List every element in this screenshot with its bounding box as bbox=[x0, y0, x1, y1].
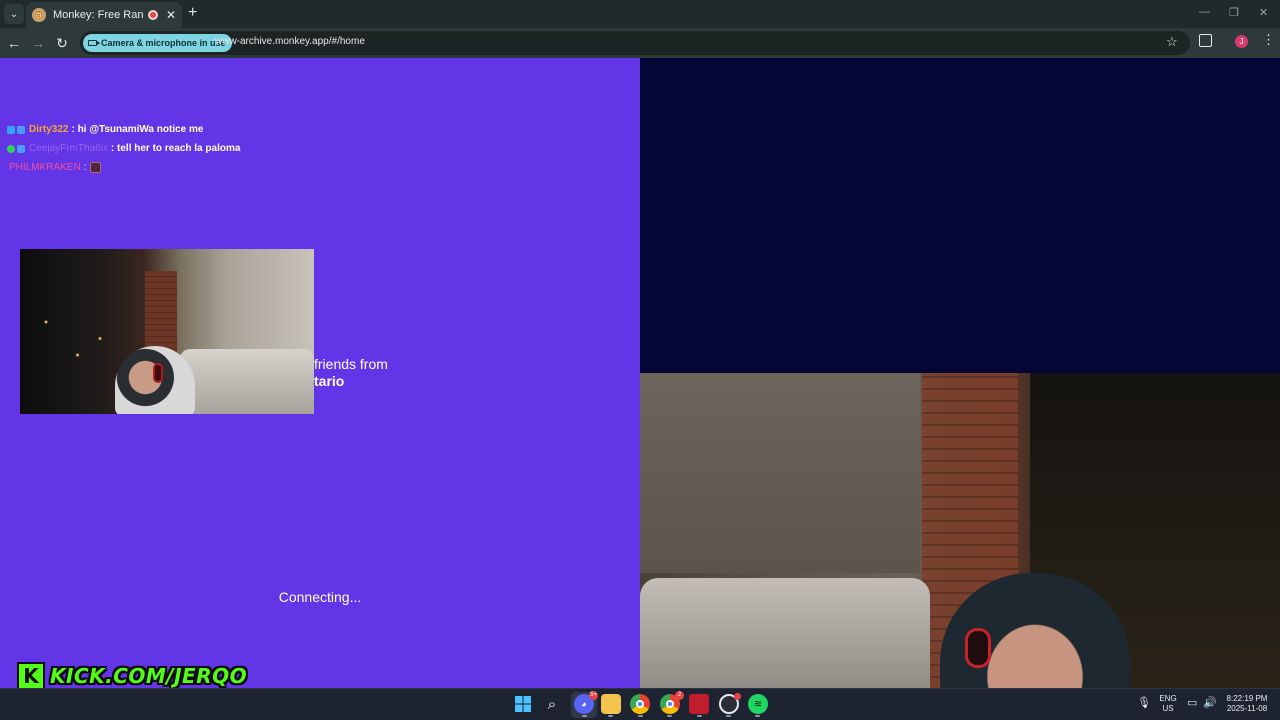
browser-tab[interactable]: 🐵 Monkey: Free Random Video Chat ✕ bbox=[26, 2, 182, 28]
browser-toolbar: ← → ↻ Camera & microphone in use www-arc… bbox=[0, 28, 1280, 58]
headset-icon bbox=[965, 628, 991, 668]
friends-location-text: friends from tario bbox=[314, 356, 388, 390]
camera-icon bbox=[88, 40, 100, 46]
tab-strip: ⌄ 🐵 Monkey: Free Random Video Chat ✕ + —… bbox=[0, 0, 1280, 28]
chat-text: : bbox=[83, 162, 87, 173]
chat-username: CeejayFrmTha6ix bbox=[29, 143, 108, 154]
chat-message: CeejayFrmTha6ix : tell her to reach la p… bbox=[7, 139, 240, 158]
url-text[interactable]: www-archive.monkey.app/#/home bbox=[215, 36, 365, 47]
chat-message: Dirty322 : hi @TsunamiWa notice me bbox=[7, 120, 240, 139]
camera-mic-in-use-chip[interactable]: Camera & microphone in use bbox=[83, 34, 232, 52]
chrome-icon[interactable] bbox=[630, 694, 650, 714]
file-explorer-icon[interactable] bbox=[601, 694, 621, 714]
kick-url-text: KICK.COM/JERQO bbox=[50, 664, 248, 688]
chat-message: PHILMKRAKEN : bbox=[7, 158, 240, 177]
region-code: US bbox=[1162, 704, 1174, 713]
couch bbox=[180, 349, 314, 414]
discord-notification-badge: 5+ bbox=[589, 691, 598, 700]
language-code: ENG bbox=[1159, 694, 1177, 703]
chat-text: : hi @TsunamiWa notice me bbox=[71, 124, 204, 135]
taskbar-icons: ⌕ ◕ 5+ 2 ≋ 🎙 ENG US ▭ 🔊 8:22:19 PM 2025-… bbox=[0, 688, 1280, 720]
couch bbox=[640, 578, 930, 688]
main-webcam-view bbox=[640, 373, 1280, 688]
left-panel: Dirty322 : hi @TsunamiWa notice me Ceeja… bbox=[0, 58, 640, 688]
search-icon[interactable]: ⌕ bbox=[542, 694, 562, 714]
chat-username: Dirty322 bbox=[29, 124, 69, 135]
video-editor-icon[interactable] bbox=[689, 694, 709, 714]
microphone-icon[interactable]: 🎙 bbox=[1137, 698, 1151, 709]
camera-chip-label: Camera & microphone in use bbox=[101, 38, 226, 48]
language-indicator[interactable]: ENG US bbox=[1157, 694, 1179, 714]
self-webcam-view bbox=[20, 249, 314, 414]
room-wall bbox=[640, 373, 920, 573]
running-indicator bbox=[667, 715, 672, 717]
windows-start-icon[interactable] bbox=[513, 694, 533, 714]
menu-icon[interactable]: ⋮ bbox=[1262, 33, 1275, 46]
friends-line-1: friends from bbox=[314, 356, 388, 372]
new-tab-button[interactable]: + bbox=[188, 5, 197, 21]
city-lights bbox=[28, 289, 118, 399]
volume-icon[interactable]: 🔊 bbox=[1203, 698, 1217, 709]
discord-glyph: ◕ bbox=[581, 699, 587, 709]
network-icon[interactable]: ▭ bbox=[1187, 698, 1197, 709]
running-indicator bbox=[582, 715, 587, 717]
kick-logo-icon: K bbox=[17, 662, 45, 688]
kick-overlay-logo: K KICK.COM/JERQO bbox=[17, 662, 247, 688]
back-arrow-icon[interactable]: ← bbox=[5, 34, 23, 52]
monkey-favicon-icon: 🐵 bbox=[32, 8, 46, 22]
address-bar[interactable]: Camera & microphone in use www-archive.m… bbox=[80, 31, 1190, 55]
bookmark-star-icon[interactable]: ☆ bbox=[1166, 34, 1178, 50]
headset-icon bbox=[153, 363, 163, 383]
profile-avatar[interactable]: J bbox=[1235, 35, 1248, 48]
chat-overlay: Dirty322 : hi @TsunamiWa notice me Ceeja… bbox=[7, 120, 240, 177]
discord-icon[interactable]: ◕ 5+ bbox=[574, 691, 598, 714]
chrome-center bbox=[636, 700, 644, 708]
chrome-profile-icon[interactable]: 2 bbox=[660, 691, 684, 714]
connecting-status: Connecting... bbox=[278, 589, 362, 605]
running-indicator bbox=[755, 715, 760, 717]
badge-icon bbox=[7, 125, 15, 134]
extensions-icon[interactable] bbox=[1199, 34, 1212, 47]
chat-text: : tell her to reach la paloma bbox=[110, 143, 241, 154]
tab-title: Monkey: Free Random Video Chat bbox=[53, 9, 144, 21]
running-indicator bbox=[726, 715, 731, 717]
chrome-notification-badge: 2 bbox=[675, 691, 684, 700]
emote-icon bbox=[90, 162, 102, 173]
restore-icon[interactable]: ❐ bbox=[1229, 6, 1239, 19]
tab-close-icon[interactable]: ✕ bbox=[166, 8, 176, 22]
chat-username: PHILMKRAKEN bbox=[9, 162, 81, 173]
forward-arrow-icon[interactable]: → bbox=[29, 34, 47, 52]
reload-icon[interactable]: ↻ bbox=[53, 34, 71, 52]
chrome-center bbox=[666, 700, 674, 708]
minimize-icon[interactable]: — bbox=[1199, 6, 1210, 18]
friends-line-2: tario bbox=[314, 373, 345, 389]
obs-icon[interactable] bbox=[719, 693, 741, 714]
clock-date: 2025-11-08 bbox=[1226, 704, 1268, 713]
verified-badge-icon bbox=[17, 125, 25, 134]
verified-badge-icon bbox=[17, 144, 25, 153]
badge-icon bbox=[7, 144, 15, 153]
recording-indicator-icon bbox=[147, 10, 158, 20]
stranger-video-area bbox=[640, 58, 1280, 373]
obs-recording-badge bbox=[734, 693, 741, 700]
clock[interactable]: 8:22:19 PM 2025-11-08 bbox=[1222, 694, 1272, 714]
spotify-icon[interactable]: ≋ bbox=[748, 694, 768, 714]
running-indicator bbox=[608, 715, 613, 717]
running-indicator bbox=[638, 715, 643, 717]
tab-search-icon[interactable]: ⌄ bbox=[4, 4, 24, 24]
running-indicator bbox=[697, 715, 702, 717]
window-close-icon[interactable]: ✕ bbox=[1259, 6, 1268, 19]
clock-time: 8:22:19 PM bbox=[1226, 694, 1268, 703]
page-content: Dirty322 : hi @TsunamiWa notice me Ceeja… bbox=[0, 58, 1280, 688]
